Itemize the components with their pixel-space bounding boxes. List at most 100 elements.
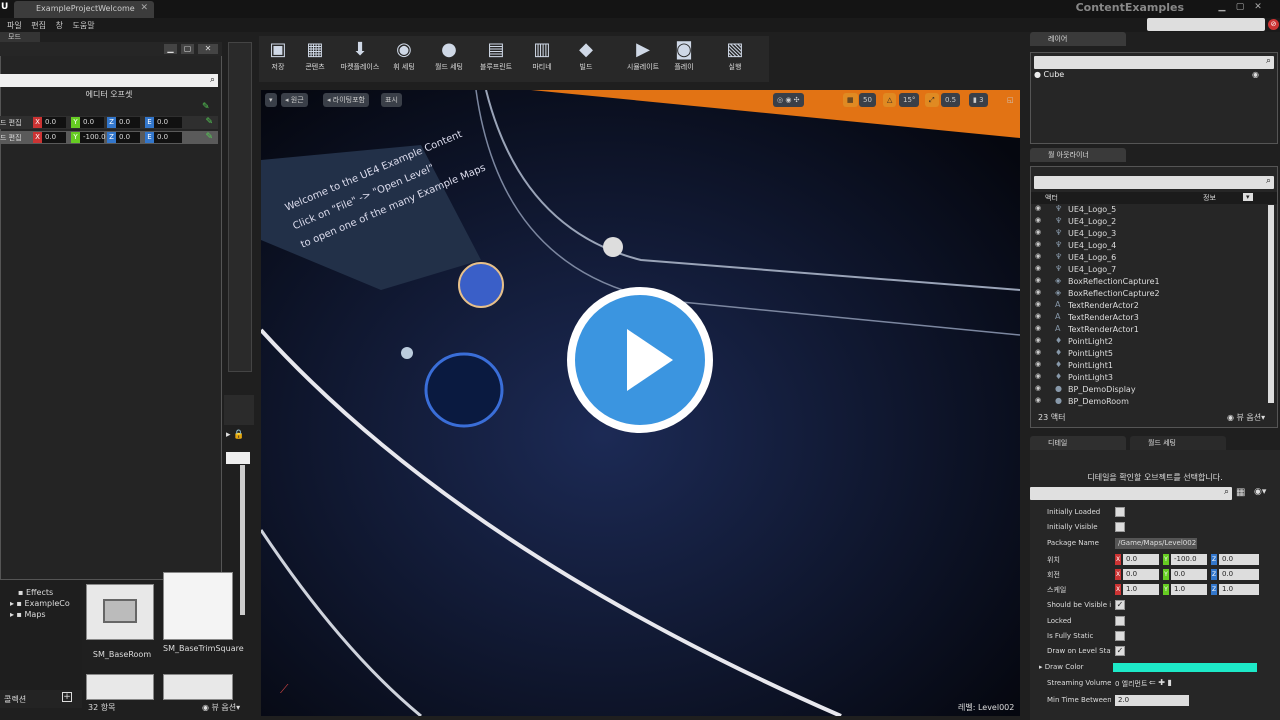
save-button[interactable]: ▣ 저장: [263, 38, 293, 80]
blueprints-button[interactable]: ▤ 블루프린트: [473, 38, 519, 80]
visibility-eye-icon[interactable]: ◉: [1035, 264, 1041, 272]
menu-file[interactable]: 파일: [7, 18, 22, 31]
location-y-field[interactable]: -100.0: [1171, 554, 1207, 565]
tab-world-settings[interactable]: 월드 세팅: [1130, 436, 1226, 450]
scale-snap-value[interactable]: 0.5: [941, 93, 961, 107]
edit-pencil-icon[interactable]: ✎: [205, 132, 213, 142]
column-info[interactable]: 정보: [1203, 193, 1216, 203]
checkbox[interactable]: [1115, 522, 1125, 532]
min-time-field[interactable]: 2.0: [1115, 695, 1189, 706]
collections-bar[interactable]: 콜렉션 +: [0, 690, 82, 708]
outliner-row[interactable]: ◉ ♆ UE4_Logo_5: [1031, 204, 1267, 216]
grid-icon[interactable]: ▦: [843, 93, 858, 107]
outliner-row[interactable]: ◉ ♆ UE4_Logo_7: [1031, 264, 1267, 276]
menu-help[interactable]: 도움말: [72, 18, 94, 31]
checkbox[interactable]: [1115, 631, 1125, 641]
offset-w-field[interactable]: 0.0: [154, 132, 182, 143]
rotation-snap-icon[interactable]: △: [883, 93, 897, 107]
grid-view-icon[interactable]: ▦: [1236, 487, 1245, 498]
outliner-row[interactable]: ◉ ♦ PointLight2: [1031, 336, 1267, 348]
checkbox[interactable]: [1115, 507, 1125, 517]
visibility-eye-icon[interactable]: ◉: [1035, 396, 1041, 404]
offset-x-field[interactable]: 0.0: [42, 132, 66, 143]
offset-y-field[interactable]: 0.0: [80, 117, 104, 128]
grid-snap-value[interactable]: 50: [859, 93, 876, 107]
edit-pencil-icon[interactable]: ✎: [205, 117, 213, 127]
maximize-icon[interactable]: ▢: [1233, 2, 1247, 14]
build-button[interactable]: ◆ 빌드: [571, 38, 601, 80]
maximize-viewport-icon[interactable]: ◱: [1003, 93, 1018, 107]
column-actor[interactable]: 액터: [1045, 193, 1058, 203]
help-search-input[interactable]: [1147, 18, 1265, 31]
modes-search-input[interactable]: ⌕: [0, 74, 218, 87]
layer-item[interactable]: ● Cube: [1034, 70, 1064, 79]
close-tab-icon[interactable]: ✕: [140, 3, 148, 13]
location-z-field[interactable]: 0.0: [1219, 554, 1259, 565]
outliner-row[interactable]: ◉ ● BP_DemoRoom: [1031, 396, 1267, 408]
visibility-eye-icon[interactable]: ◉: [1035, 360, 1041, 368]
close-window-icon[interactable]: ✕: [1251, 2, 1265, 14]
rotation-z-field[interactable]: 0.0: [1219, 569, 1259, 580]
view-options-button[interactable]: ◉ 뷰 옵션▾: [202, 702, 240, 713]
outliner-row[interactable]: ◉ ♆ UE4_Logo_2: [1031, 216, 1267, 228]
visibility-eye-icon[interactable]: ◉: [1035, 288, 1041, 296]
world-settings-button[interactable]: ● 월드 세팅: [429, 38, 469, 80]
outliner-row[interactable]: ◉ A TextRenderActor2: [1031, 300, 1267, 312]
visibility-eye-icon[interactable]: ◉: [1035, 252, 1041, 260]
visibility-eye-icon[interactable]: ◉: [1035, 204, 1041, 212]
column-dropdown[interactable]: ▾: [1243, 193, 1253, 201]
notification-icon[interactable]: ⊘: [1268, 19, 1279, 30]
lock-icon[interactable]: ▸ 🔒: [226, 430, 250, 442]
outliner-row[interactable]: ◉ ♆ UE4_Logo_3: [1031, 228, 1267, 240]
tab-layers[interactable]: 레이어: [1030, 32, 1126, 46]
visibility-eye-icon[interactable]: ◉: [1035, 216, 1041, 224]
menu-edit[interactable]: 편집: [31, 18, 46, 31]
visibility-eye-icon[interactable]: ◉: [1035, 300, 1041, 308]
visibility-eye-icon[interactable]: ◉: [1035, 228, 1041, 236]
offset-x-field[interactable]: 0.0: [42, 117, 66, 128]
checkbox-checked[interactable]: ✓: [1115, 600, 1125, 610]
rotation-y-field[interactable]: 0.0: [1171, 569, 1207, 580]
outliner-row[interactable]: ◉ ♦ PointLight1: [1031, 360, 1267, 372]
content-button[interactable]: ▦ 콘텐츠: [297, 38, 333, 80]
simulate-button[interactable]: ▶ 시뮬레이트: [621, 38, 665, 80]
outliner-row[interactable]: ◉ ♦ PointLight5: [1031, 348, 1267, 360]
outliner-row[interactable]: ◉ ♆ UE4_Logo_6: [1031, 252, 1267, 264]
visibility-eye-icon[interactable]: ◉: [1035, 240, 1041, 248]
settings-button[interactable]: ◉ 휘 세팅: [387, 38, 421, 80]
array-controls-icon[interactable]: ⇐ ✚ ▮: [1149, 678, 1172, 687]
document-tab[interactable]: ExampleProjectWelcome ✕: [14, 1, 154, 18]
scale-z-field[interactable]: 1.0: [1219, 584, 1259, 595]
asset-thumb-basetrim[interactable]: [163, 572, 233, 640]
offset-z-field[interactable]: 0.0: [116, 132, 140, 143]
menu-window[interactable]: 창: [56, 18, 63, 31]
launch-button[interactable]: ▧ 실행: [719, 38, 751, 80]
lighting-button[interactable]: ◂ 라이팅포함: [323, 93, 369, 107]
visibility-eye-icon[interactable]: ◉: [1252, 70, 1259, 79]
add-collection-icon[interactable]: +: [62, 692, 72, 702]
perspective-button[interactable]: ◂ 원근: [281, 93, 308, 107]
modes-tab[interactable]: 모드: [0, 32, 40, 42]
panel-maximize-icon[interactable]: ▢: [181, 44, 194, 54]
content-scrollbar[interactable]: [240, 465, 245, 615]
scale-snap-icon[interactable]: ⤢: [925, 93, 939, 107]
visibility-eye-icon[interactable]: ◉: [1035, 348, 1041, 356]
offset-y-field[interactable]: -100.0: [80, 132, 106, 143]
offset-w-field[interactable]: 0.0: [154, 117, 182, 128]
tab-world-outliner[interactable]: 월 아웃라이너: [1030, 148, 1126, 162]
scale-y-field[interactable]: 1.0: [1171, 584, 1207, 595]
visibility-eye-icon[interactable]: ◉: [1035, 336, 1041, 344]
layers-search-input[interactable]: ⌕: [1034, 56, 1274, 69]
minimize-icon[interactable]: ▁: [1215, 2, 1229, 14]
package-name-field[interactable]: /Game/Maps/Level002: [1115, 538, 1197, 549]
visibility-eye-icon[interactable]: ◉: [1035, 372, 1041, 380]
outliner-row[interactable]: ◉ ◈ BoxReflectionCapture1: [1031, 276, 1267, 288]
checkbox[interactable]: [1115, 616, 1125, 626]
outliner-row[interactable]: ◉ A TextRenderActor1: [1031, 324, 1267, 336]
outliner-search-input[interactable]: ⌕: [1034, 176, 1274, 189]
outliner-scrollbar[interactable]: [1268, 205, 1274, 403]
outliner-row[interactable]: ◉ ♆ UE4_Logo_4: [1031, 240, 1267, 252]
view-options-button[interactable]: ◉ 뷰 옵션▾: [1227, 412, 1265, 423]
outliner-row[interactable]: ◉ ● BP_DemoDisplay: [1031, 384, 1267, 396]
draw-color-swatch[interactable]: [1113, 663, 1257, 672]
